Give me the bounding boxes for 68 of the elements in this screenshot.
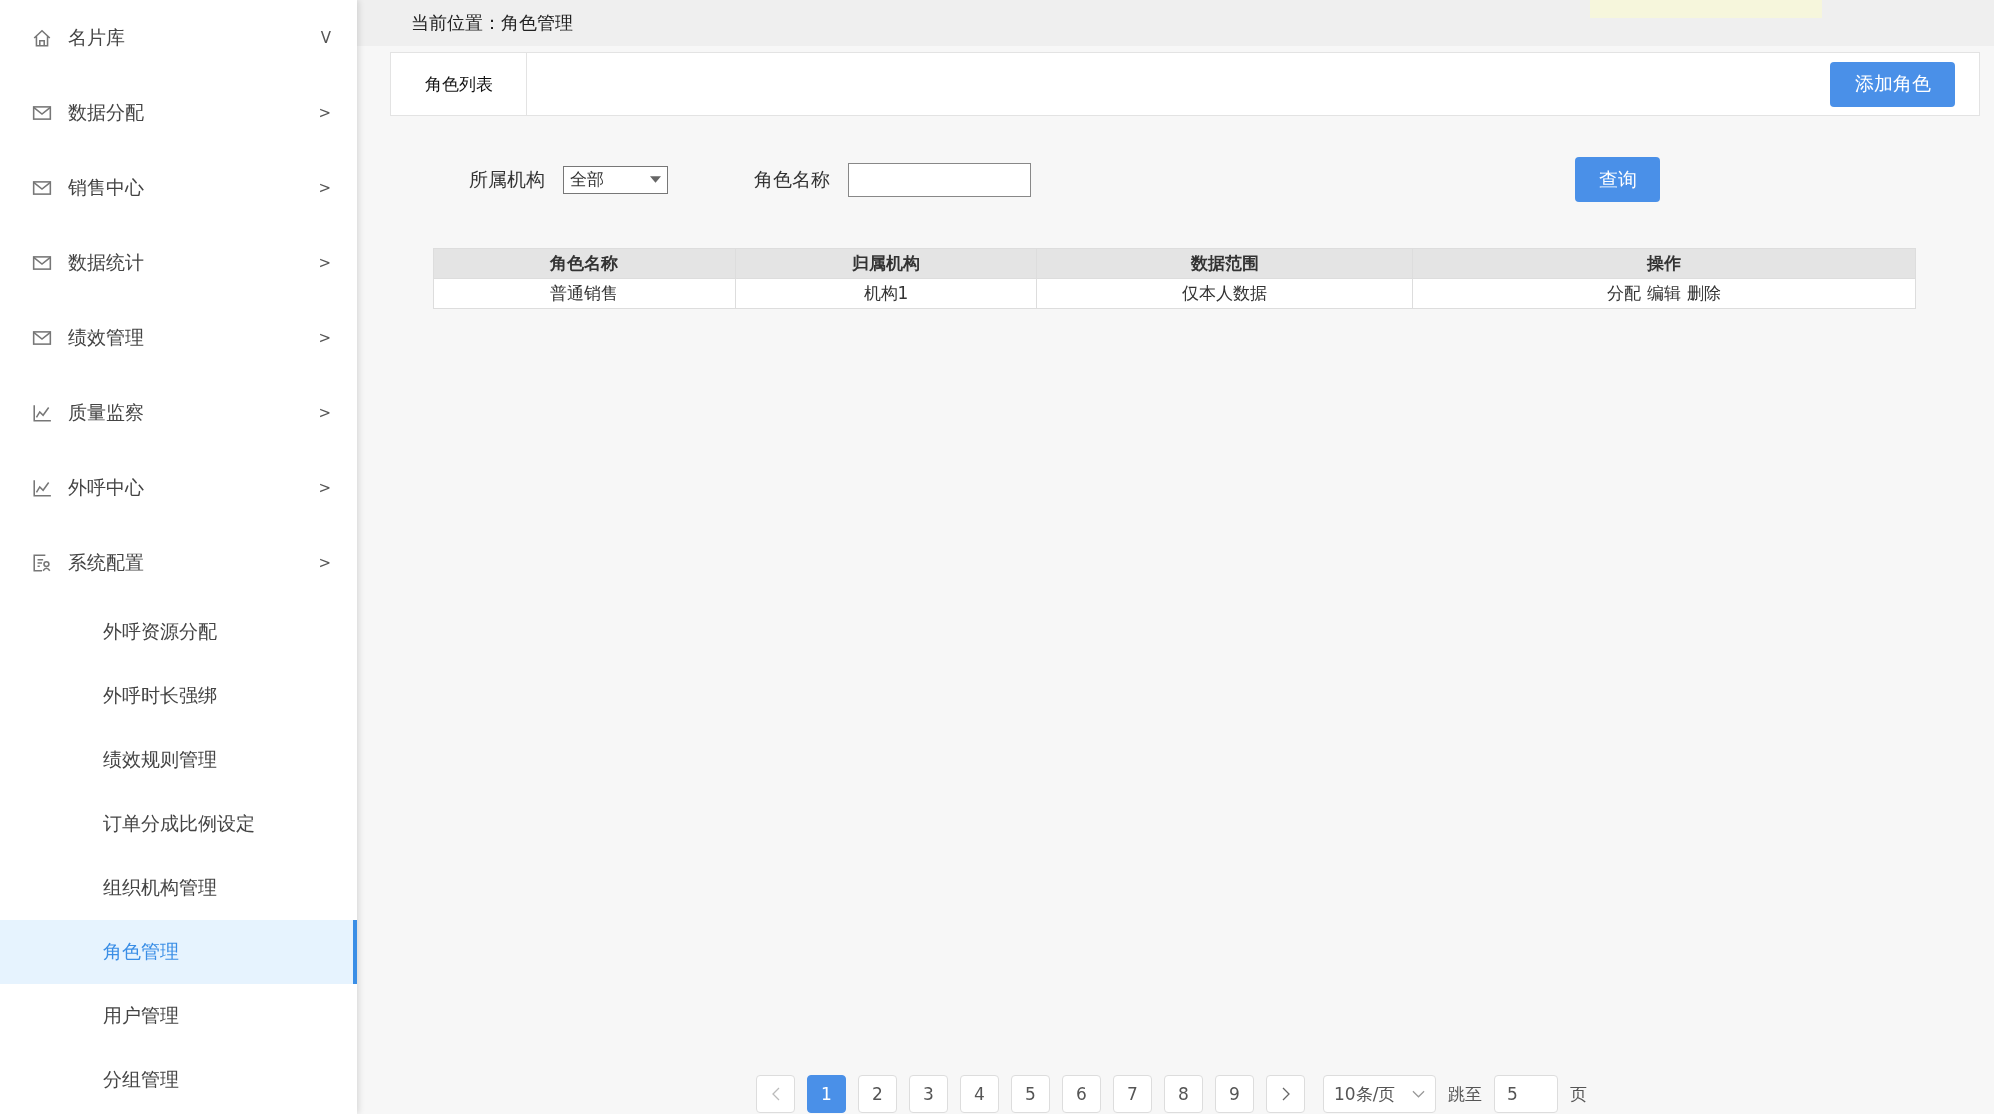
menu-label: 数据统计 [68,249,145,275]
menu-item[interactable]: 外呼中心 > [0,450,357,525]
next-page-button[interactable] [1266,1075,1305,1113]
menu-item[interactable]: 销售中心 > [0,150,357,225]
page-button[interactable]: 6 [1062,1075,1101,1113]
table-cell: 普通销售 [433,278,736,309]
page-button[interactable]: 3 [909,1075,948,1113]
column-header: 操作 [1412,248,1916,279]
page-unit-label: 页 [1570,1082,1587,1106]
menu-item[interactable]: 名片库 V [0,0,357,75]
chevron-right-icon [1281,1087,1290,1101]
menu-arrow: > [318,328,331,347]
submenu-item[interactable]: 分组管理 [0,1048,357,1112]
role-name-input[interactable] [848,162,1031,197]
menu-label: 外呼中心 [68,474,145,500]
menu-label: 绩效管理 [68,324,145,350]
page-size-select[interactable]: 10条/页 [1323,1075,1436,1113]
submenu-item[interactable]: 外呼时长强绑 [0,664,357,728]
page-button[interactable]: 8 [1164,1075,1203,1113]
menu-arrow: > [318,553,331,572]
org-select[interactable]: 全部 [563,165,668,194]
page-button[interactable]: 7 [1113,1075,1152,1113]
menu-item[interactable]: 系统配置 > [0,525,357,600]
home-icon [32,27,52,48]
submenu-item[interactable]: 订单分成比例设定 [0,792,357,856]
table-cell: 仅本人数据 [1036,278,1413,309]
jump-label: 跳至 [1448,1082,1482,1106]
chevron-down-icon [1412,1090,1425,1098]
menu-arrow: > [318,403,331,422]
submenu-item[interactable]: 外呼资源分配 [0,600,357,664]
page-button[interactable]: 4 [960,1075,999,1113]
filter-label: 角色名称 [754,166,830,192]
page-button[interactable]: 9 [1215,1075,1254,1113]
menu-arrow: > [318,178,331,197]
menu-item[interactable]: 数据统计 > [0,225,357,300]
menu-label: 质量监察 [68,399,145,425]
menu-arrow: > [318,253,331,272]
action-link[interactable]: 编辑 [1647,282,1682,305]
menu-item[interactable]: 绩效管理 > [0,300,357,375]
breadcrumb: 当前位置：角色管理 [411,11,573,35]
submenu-item[interactable]: 组织机构管理 [0,856,357,920]
column-header: 归属机构 [735,248,1037,279]
action-link[interactable]: 分配 [1607,282,1642,305]
page-button[interactable]: 2 [858,1075,897,1113]
action-link[interactable]: 删除 [1687,282,1722,305]
menu-item[interactable]: 数据分配 > [0,75,357,150]
column-header: 数据范围 [1036,248,1413,279]
menu-arrow: > [318,478,331,497]
submenu-item[interactable]: 绩效规则管理 [0,728,357,792]
chart-icon [32,402,52,423]
menu-label: 销售中心 [68,174,145,200]
menu-label: 名片库 [68,24,126,50]
dropdown-triangle-icon [650,176,661,183]
chart-icon [32,477,52,498]
menu-arrow: V [320,28,331,47]
submenu-item[interactable]: 用户管理 [0,984,357,1048]
menu-label: 数据分配 [68,99,145,125]
page-button[interactable]: 5 [1011,1075,1050,1113]
chevron-left-icon [771,1087,780,1101]
menu-label: 系统配置 [68,549,145,575]
filter-label: 所属机构 [469,166,545,192]
column-header: 角色名称 [433,248,736,279]
table-cell: 机构1 [735,278,1037,309]
menu-item[interactable]: 质量监察 > [0,375,357,450]
menu-arrow: > [318,103,331,122]
prev-page-button[interactable] [756,1075,795,1113]
form-icon [32,552,52,573]
jump-page-input[interactable]: 5 [1494,1075,1558,1113]
